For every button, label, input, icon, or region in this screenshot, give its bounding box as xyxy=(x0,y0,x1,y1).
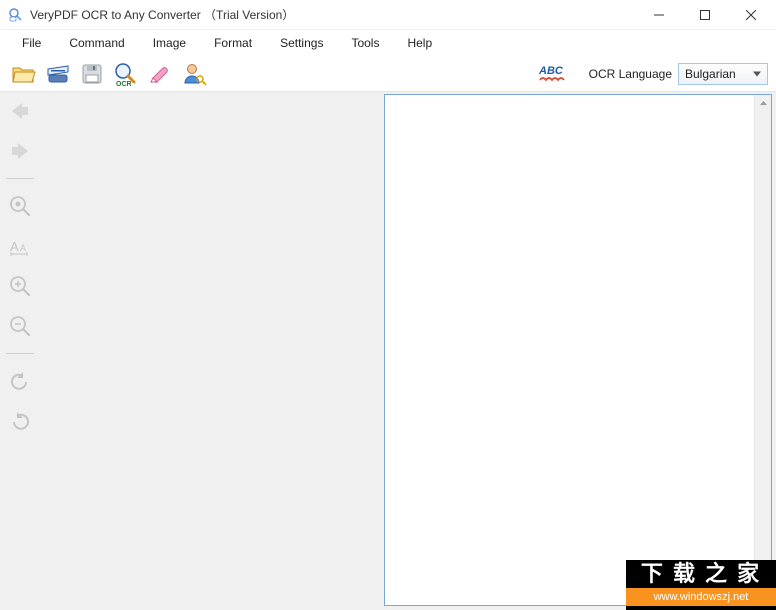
source-pane xyxy=(40,92,384,610)
menu-image[interactable]: Image xyxy=(139,32,200,54)
menu-tools[interactable]: Tools xyxy=(337,32,393,54)
separator xyxy=(6,178,34,179)
nav-back-icon[interactable] xyxy=(5,96,35,126)
nav-forward-icon[interactable] xyxy=(5,136,35,166)
svg-text:ABC: ABC xyxy=(538,65,564,77)
maximize-button[interactable] xyxy=(682,0,728,30)
user-key-icon[interactable] xyxy=(178,58,210,90)
zoom-in-icon[interactable] xyxy=(5,271,35,301)
separator xyxy=(6,353,34,354)
svg-text:A: A xyxy=(10,239,19,254)
vertical-scrollbar[interactable] xyxy=(754,95,771,605)
toolbar: OCR ABC OCR Language Bulgarian xyxy=(0,56,776,92)
window-controls xyxy=(636,0,774,30)
scanner-icon[interactable] xyxy=(42,58,74,90)
rotate-right-icon[interactable] xyxy=(5,406,35,436)
ocr-language-label: OCR Language xyxy=(589,67,672,81)
rotate-left-icon[interactable] xyxy=(5,366,35,396)
svg-text:A: A xyxy=(20,243,26,253)
left-toolbar: AA xyxy=(0,92,40,610)
ocr-magnifier-icon[interactable]: OCR xyxy=(110,58,142,90)
menu-format[interactable]: Format xyxy=(200,32,266,54)
menu-help[interactable]: Help xyxy=(393,32,446,54)
titlebar: VeryPDF OCR to Any Converter （Trial Vers… xyxy=(0,0,776,30)
output-pane xyxy=(384,94,772,606)
ocr-language-select[interactable]: Bulgarian xyxy=(678,63,768,85)
body-area: AA xyxy=(0,92,776,610)
menu-command[interactable]: Command xyxy=(55,32,138,54)
menu-file[interactable]: File xyxy=(8,32,55,54)
site-watermark: 下 载 之 家 www.windowszj.net xyxy=(626,560,776,610)
abc-spellcheck-icon[interactable]: ABC xyxy=(533,58,577,90)
watermark-url: www.windowszj.net xyxy=(626,588,776,606)
zoom-out-icon[interactable] xyxy=(5,311,35,341)
minimize-button[interactable] xyxy=(636,0,682,30)
zoom-fit-icon[interactable] xyxy=(5,191,35,221)
eraser-icon[interactable] xyxy=(144,58,176,90)
scroll-up-icon[interactable] xyxy=(755,95,772,112)
watermark-text: 下 载 之 家 xyxy=(626,560,776,588)
save-icon[interactable] xyxy=(76,58,108,90)
actual-size-icon[interactable]: AA xyxy=(5,231,35,261)
close-button[interactable] xyxy=(728,0,774,30)
menubar: File Command Image Format Settings Tools… xyxy=(0,30,776,56)
app-icon xyxy=(8,7,24,23)
svg-text:OCR: OCR xyxy=(116,81,132,87)
window-title: VeryPDF OCR to Any Converter （Trial Vers… xyxy=(30,6,636,23)
menu-settings[interactable]: Settings xyxy=(266,32,337,54)
open-folder-icon[interactable] xyxy=(8,58,40,90)
